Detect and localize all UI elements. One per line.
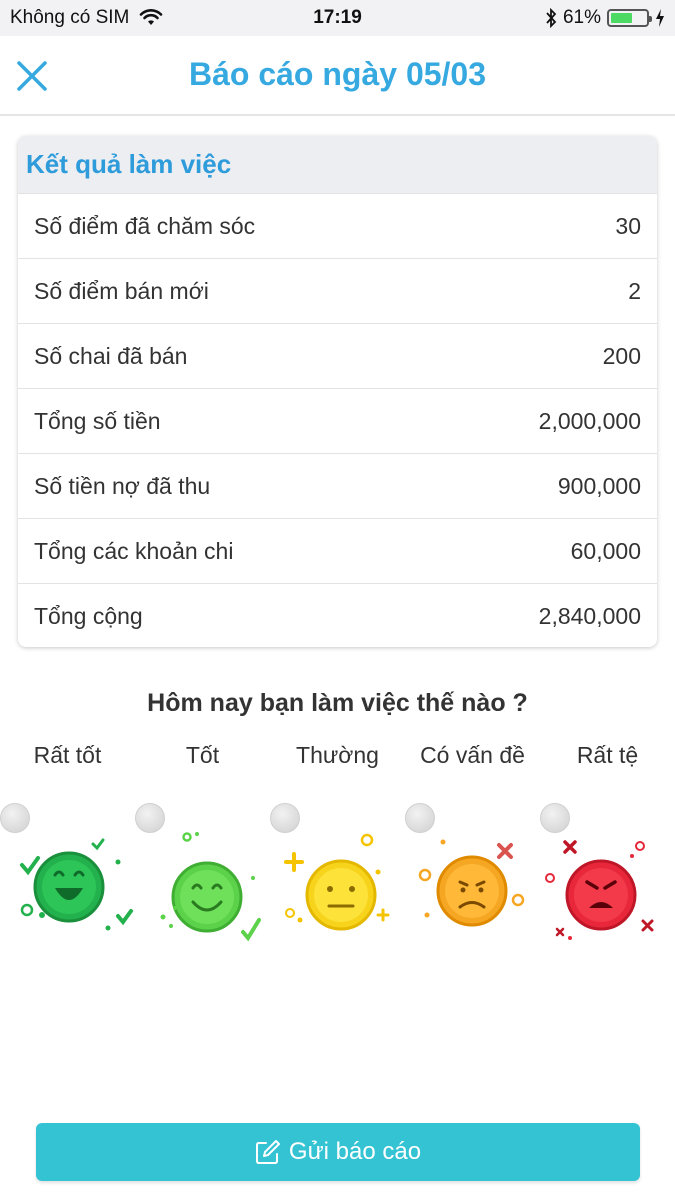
result-label: Số điểm đã chăm sóc [34,212,256,239]
submit-label: Gửi báo cáo [288,1138,422,1165]
result-label: Số điểm bán mới [34,277,209,304]
battery-percent: 61% [562,7,601,28]
result-row: Số tiền nợ đã thu 900,000 [18,453,657,518]
charging-icon [656,9,664,27]
result-label: Số tiền nợ đã thu [34,472,211,499]
status-bar: Không có SIM 17:19 61% [0,0,675,36]
result-value: 2,000,000 [538,407,641,434]
result-label: Số chai đã bán [34,342,188,369]
result-value: 2 [628,277,641,304]
mood-option-very-bad[interactable] [540,800,675,950]
result-row: Số chai đã bán 200 [18,323,657,388]
result-label: Tổng cộng [34,602,143,629]
result-value: 200 [602,342,641,369]
mood-option-normal[interactable] [270,800,405,950]
bluetooth-icon [546,8,557,28]
result-row: Số điểm bán mới 2 [18,258,657,323]
mood-label-very-good: Rất tốt [33,742,102,768]
result-row: Tổng số tiền 2,000,000 [18,388,657,453]
mood-label-very-bad: Rất tệ [576,742,639,768]
results-title: Kết quả làm việc [26,149,232,179]
mood-option-problem[interactable] [405,800,540,950]
happy-face-icon [160,832,261,942]
worried-face-icon [418,839,525,927]
mood-label-good: Tốt [185,742,220,768]
mood-question: Hôm nay bạn làm việc thế nào ? [147,689,528,717]
mood-option-very-good[interactable] [0,800,135,950]
status-right: 61% [545,7,665,29]
result-label: Tổng số tiền [34,407,161,434]
result-label: Tổng các khoản chi [34,537,234,564]
result-row: Tổng các khoản chi 60,000 [18,518,657,583]
results-card-header: Kết quả làm việc [18,136,657,193]
results-card: Kết quả làm việc Số điểm đã chăm sóc 30 … [18,136,657,647]
very-happy-face-icon [20,838,133,931]
result-value: 900,000 [557,472,641,499]
mood-labels: Rất tốt Tốt Thường Có vấn đề Rất tệ [0,742,675,774]
nav-header: Báo cáo ngày 05/03 [0,36,675,116]
mood-option-good[interactable] [135,800,270,950]
result-row: Tổng cộng 2,840,000 [18,583,657,647]
result-row: Số điểm đã chăm sóc 30 [18,193,657,258]
result-value: 2,840,000 [538,602,641,629]
result-value: 60,000 [570,537,641,564]
angry-face-icon [545,840,654,940]
submit-report-button[interactable]: Gửi báo cáo [36,1123,640,1181]
mood-label-normal: Thường [296,742,379,768]
result-value: 30 [615,212,641,239]
mood-label-problem: Có vấn đề [420,742,525,768]
page-title: Báo cáo ngày 05/03 [188,56,487,92]
edit-icon [255,1140,280,1164]
battery-icon [607,9,652,27]
battery-level [611,13,632,23]
neutral-face-icon [284,833,390,931]
